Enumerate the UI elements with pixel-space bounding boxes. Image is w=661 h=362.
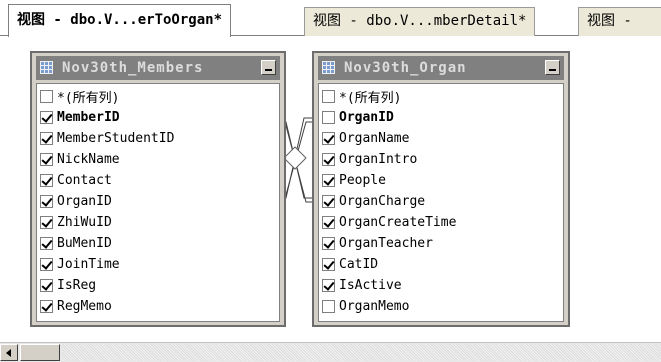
minimize-button[interactable]: [261, 60, 276, 75]
column-checkbox[interactable]: [322, 237, 335, 250]
minimize-button[interactable]: [545, 60, 560, 75]
column-checkbox[interactable]: [40, 90, 53, 103]
column-name: IsReg: [57, 278, 97, 293]
column-row[interactable]: OrganTeacher: [319, 233, 563, 254]
column-checkbox[interactable]: [322, 111, 335, 124]
tab-label: 视图 -: [587, 13, 632, 29]
column-name: OrganName: [339, 131, 410, 146]
table-organ-title-bar[interactable]: Nov30th_Organ: [318, 56, 564, 80]
column-row[interactable]: MemberID: [37, 107, 279, 128]
column-checkbox[interactable]: [40, 111, 53, 124]
column-row[interactable]: CatID: [319, 254, 563, 275]
column-list: *(所有列) OrganID OrganName OrganIntro People Or…: [318, 83, 564, 322]
column-row[interactable]: ZhiWuID: [37, 212, 279, 233]
column-checkbox[interactable]: [322, 300, 335, 313]
column-name: OrganIntro: [339, 152, 418, 167]
column-row[interactable]: JoinTime: [37, 254, 279, 275]
column-row[interactable]: OrganID: [319, 107, 563, 128]
table-title: Nov30th_Organ: [344, 60, 467, 76]
column-row[interactable]: *(所有列): [37, 86, 279, 107]
column-row[interactable]: OrganID: [37, 191, 279, 212]
column-list: *(所有列) MemberID MemberStudentID NickName Con…: [36, 83, 280, 322]
column-name: OrganTeacher: [339, 236, 433, 251]
column-name: JoinTime: [57, 257, 120, 272]
column-checkbox[interactable]: [40, 153, 53, 166]
document-tab-strip: 视图 - dbo.V...erToOrgan* 视图 - dbo.V...mbe…: [0, 0, 661, 37]
column-checkbox[interactable]: [40, 300, 53, 313]
column-checkbox[interactable]: [322, 132, 335, 145]
column-checkbox[interactable]: [322, 258, 335, 271]
column-row[interactable]: IsActive: [319, 275, 563, 296]
column-checkbox[interactable]: [322, 195, 335, 208]
table-organ[interactable]: Nov30th_Organ *(所有列) OrganID OrganName Orga…: [312, 51, 570, 327]
column-row[interactable]: OrganMemo: [319, 296, 563, 317]
column-checkbox[interactable]: [322, 90, 335, 103]
column-name: OrganCreateTime: [339, 215, 457, 230]
column-row[interactable]: RegMemo: [37, 296, 279, 317]
column-row[interactable]: OrganIntro: [319, 149, 563, 170]
table-members[interactable]: Nov30th_Members *(所有列) MemberID MemberStud…: [30, 51, 286, 327]
table-members-title-bar[interactable]: Nov30th_Members: [36, 56, 280, 80]
tab-view-member-to-organ[interactable]: 视图 - dbo.V...erToOrgan*: [8, 4, 232, 37]
column-name: OrganID: [57, 194, 112, 209]
scroll-track[interactable]: [62, 344, 661, 361]
column-name: People: [339, 173, 386, 188]
diagram-pane[interactable]: Nov30th_Members *(所有列) MemberID MemberStud…: [0, 36, 661, 342]
column-name: IsActive: [339, 278, 402, 293]
column-name: ZhiWuID: [57, 215, 112, 230]
column-name: Contact: [57, 173, 112, 188]
column-row[interactable]: OrganName: [319, 128, 563, 149]
column-checkbox[interactable]: [40, 195, 53, 208]
tab-label: 视图 - dbo.V...mberDetail*: [313, 13, 527, 29]
column-name: OrganMemo: [339, 299, 410, 314]
column-row[interactable]: Contact: [37, 170, 279, 191]
column-name: CatID: [339, 257, 379, 272]
column-checkbox[interactable]: [322, 216, 335, 229]
column-name: OrganCharge: [339, 194, 426, 209]
column-checkbox[interactable]: [40, 216, 53, 229]
column-row[interactable]: *(所有列): [319, 86, 563, 107]
column-row[interactable]: BuMenID: [37, 233, 279, 254]
table-grid-icon: [40, 61, 53, 74]
column-name: *(所有列): [57, 91, 120, 106]
column-checkbox[interactable]: [40, 174, 53, 187]
column-name: BuMenID: [57, 236, 112, 251]
join-diamond-icon: [283, 146, 307, 170]
column-row[interactable]: NickName: [37, 149, 279, 170]
table-grid-icon: [322, 61, 335, 74]
column-checkbox[interactable]: [40, 237, 53, 250]
column-name: RegMemo: [57, 299, 112, 314]
column-checkbox[interactable]: [40, 279, 53, 292]
scroll-left-arrow-icon[interactable]: [0, 344, 18, 361]
column-row[interactable]: MemberStudentID: [37, 128, 279, 149]
column-checkbox[interactable]: [40, 132, 53, 145]
column-row[interactable]: People: [319, 170, 563, 191]
column-name: MemberID: [57, 110, 120, 125]
table-title: Nov30th_Members: [62, 60, 204, 76]
column-checkbox[interactable]: [322, 153, 335, 166]
tab-view-member-detail[interactable]: 视图 - dbo.V...mberDetail*: [304, 7, 536, 36]
scroll-thumb[interactable]: [20, 344, 60, 361]
column-checkbox[interactable]: [322, 279, 335, 292]
horizontal-scrollbar[interactable]: [0, 342, 661, 362]
tab-label: 视图 - dbo.V...erToOrgan*: [17, 12, 223, 28]
column-row[interactable]: OrganCharge: [319, 191, 563, 212]
column-row[interactable]: OrganCreateTime: [319, 212, 563, 233]
column-row[interactable]: IsReg: [37, 275, 279, 296]
column-name: NickName: [57, 152, 120, 167]
column-name: MemberStudentID: [57, 131, 175, 146]
column-checkbox[interactable]: [322, 174, 335, 187]
column-checkbox[interactable]: [40, 258, 53, 271]
tab-view-third[interactable]: 视图 -: [578, 7, 661, 36]
column-name: OrganID: [339, 110, 394, 125]
column-name: *(所有列): [339, 91, 402, 106]
